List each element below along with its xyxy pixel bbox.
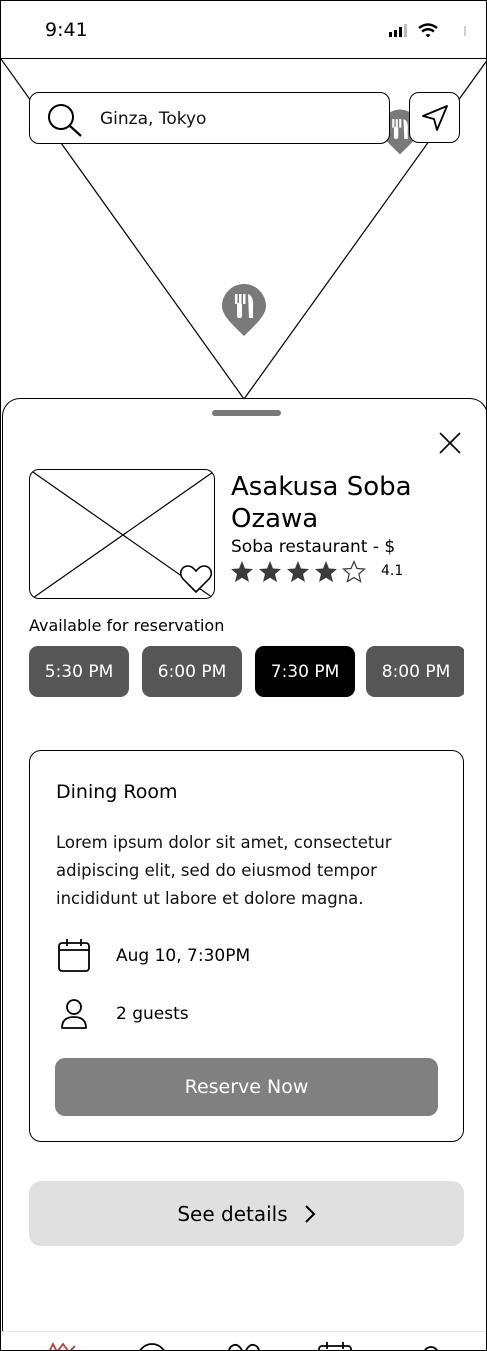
dining-room-card: Dining Room Lorem ipsum dolor sit amet, …: [29, 750, 464, 1142]
star-empty-icon: [342, 560, 366, 583]
battery-icon: [464, 26, 466, 36]
restaurant-name: Asakusa Soba Ozawa: [231, 472, 412, 534]
reservation-date: Aug 10, 7:30PM: [116, 946, 251, 966]
heart-icon[interactable]: [226, 1342, 262, 1351]
drag-handle[interactable]: [212, 410, 281, 416]
reserve-now-button[interactable]: Reserve Now: [55, 1058, 438, 1116]
time-slot-list: 5:30 PM 6:00 PM 7:30 PM 8:00 PM: [29, 646, 464, 698]
rating-value: 4.1: [381, 563, 404, 579]
guest-count: 2 guests: [116, 1004, 189, 1024]
status-icons: [389, 23, 469, 44]
star-filled-icon: [315, 561, 337, 582]
restaurant-image: [29, 469, 215, 599]
reservation-date-row: Aug 10, 7:30PM: [56, 938, 250, 974]
time-slot-button[interactable]: 5:30 PM: [29, 646, 129, 697]
locate-me-button[interactable]: [409, 92, 460, 143]
card-title: Dining Room: [56, 781, 178, 803]
favorite-heart-icon[interactable]: [180, 564, 212, 598]
search-bar[interactable]: Ginza, Tokyo: [29, 92, 390, 144]
status-bar: 9:41: [1, 1, 486, 59]
card-description: Lorem ipsum dolor sit amet, consectetur …: [56, 833, 392, 908]
close-button[interactable]: [437, 430, 463, 456]
time-slot-button[interactable]: 6:00 PM: [142, 646, 242, 697]
star-filled-icon: [287, 561, 309, 582]
tab-bar: [1, 1331, 486, 1351]
search-icon: [45, 102, 83, 143]
search-icon[interactable]: [135, 1342, 169, 1351]
calendar-icon[interactable]: [317, 1342, 353, 1351]
availability-label: Available for reservation: [29, 616, 225, 635]
restaurant-bottom-sheet: Asakusa Soba Ozawa Soba restaurant - $ 4…: [2, 398, 486, 1350]
restaurant-pin-icon[interactable]: [222, 284, 266, 341]
star-rating: [230, 560, 366, 583]
search-input[interactable]: Ginza, Tokyo: [100, 109, 206, 129]
see-details-label: See details: [177, 1201, 288, 1226]
person-icon: [61, 999, 87, 1029]
time-slot-button[interactable]: 8:00 PM: [366, 646, 464, 697]
chevron-right-icon: [304, 1204, 316, 1223]
see-details-button[interactable]: See details: [29, 1181, 464, 1246]
restaurant-type: Soba restaurant - $: [231, 537, 396, 557]
phone-frame: 9:41 Ginza, Tokyo Asakusa Soba Ozawa Sob…: [0, 0, 487, 1351]
food-icon[interactable]: [43, 1342, 79, 1351]
star-filled-icon: [259, 561, 281, 582]
guests-row: 2 guests: [56, 998, 189, 1030]
status-time: 9:41: [45, 19, 88, 41]
close-icon: [439, 432, 461, 454]
calendar-icon: [58, 939, 90, 972]
wifi-icon: [418, 23, 438, 38]
profile-icon[interactable]: [419, 1342, 443, 1351]
time-slot-button-selected[interactable]: 7:30 PM: [255, 646, 355, 697]
star-filled-icon: [231, 561, 253, 582]
navigation-arrow-icon: [422, 105, 448, 131]
signal-icon: [389, 24, 407, 37]
